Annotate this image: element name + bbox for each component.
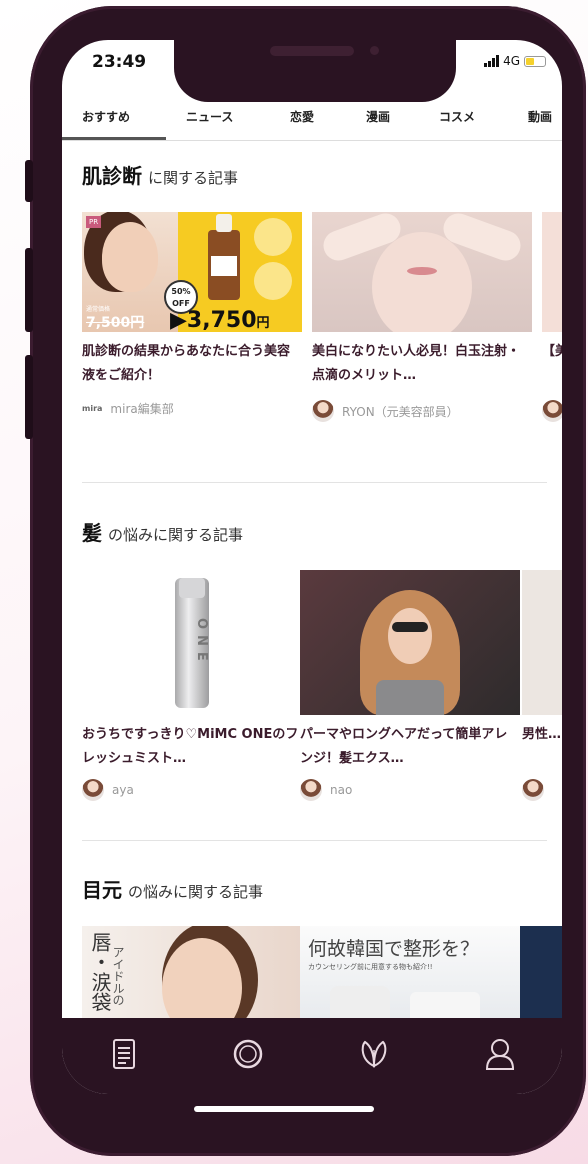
notch [174,40,456,102]
article-thumbnail: PR 50% OFF 通常価格 7,500円 ▶3,750円 [82,212,302,332]
tab-video[interactable]: 動画 [528,108,552,125]
article-thumbnail [522,570,562,715]
article-thumbnail [520,926,562,1018]
volume-down-button [25,355,33,439]
tab-recommended[interactable]: おすすめ [82,108,130,125]
section-title-eyes: 目元 の悩みに関する記事 [82,874,263,903]
author-name: RYON（元美容部員） [342,404,459,419]
article-card[interactable]: 美白になりたい人必見！白玉注射・点滴のメリット… RYON（元美容部員） [312,212,532,422]
circle-icon[interactable] [230,1034,266,1074]
tab-cosme[interactable]: コスメ [439,108,475,125]
silent-switch [25,160,33,202]
section-title-skin: 肌診断 に関する記事 [82,160,238,189]
user-icon[interactable] [482,1034,518,1074]
model-image [162,938,242,1018]
avatar [522,779,544,801]
status-indicators: 4G [484,54,546,68]
tab-manga[interactable]: 漫画 [366,108,390,125]
screen: 23:49 4G おすすめ ニュース 恋愛 漫画 コスメ 動画 肌診断 に関する記… [62,40,562,1094]
article-title: 肌診断の結果からあなたに合う美容液をご紹介！ [82,344,291,383]
article-card[interactable] [520,926,562,1018]
network-label: 4G [503,54,520,68]
overlay-subtext: カウンセリング前に用意する物も紹介!! [308,963,433,971]
status-time: 23:49 [92,52,147,72]
article-icon[interactable] [106,1034,142,1074]
article-author [542,400,562,422]
overlay-subtext: アイドルの [111,946,125,1006]
article-author: nao [300,779,520,801]
sale-price: ▶3,750円 [170,308,270,332]
avatar [312,400,334,422]
serum-bottle [208,214,240,300]
avatar [82,779,104,801]
bottom-nav [62,1018,562,1094]
article-author: aya [82,779,302,801]
section-keyword: 髪 [82,521,102,545]
article-card[interactable]: 【美…レー… [542,212,562,422]
article-author [522,779,562,801]
author-name: nao [330,783,353,797]
tab-news[interactable]: ニュース [186,108,233,125]
pr-badge: PR [86,216,102,228]
volume-up-button [25,248,33,332]
feed: 肌診断 に関する記事 PR 50% OFF 通常価格 7,500円 ▶3,750円… [62,140,562,1018]
article-title: 【美…レー… [542,344,562,359]
overlay-text: 何故韓国で整形を？ [308,938,480,960]
signal-icon [484,55,500,67]
author-name: aya [112,783,134,797]
article-title: おうちですっきり♡MiMC ONEのフレッシュミスト… [82,727,299,766]
section-title-hair: 髪の悩みに関する記事 [82,517,243,546]
section-suffix: の悩みに関する記事 [108,526,244,544]
article-thumbnail: 何故韓国で整形を？ カウンセリング前に用意する物も紹介!! [300,926,520,1018]
regular-price: 7,500円 [86,315,145,331]
article-thumbnail: 唇・涙袋 アイドルの [82,926,302,1018]
product-label: ONE [194,618,209,667]
mist-bottle: ONE [175,578,209,708]
article-author: RYON（元美容部員） [312,400,532,422]
article-card[interactable]: ONE おうちですっきり♡MiMC ONEのフレッシュミスト… aya [82,570,302,801]
article-card[interactable]: 何故韓国で整形を？ カウンセリング前に用意する物も紹介!! [300,926,520,1018]
article-thumbnail: ONE [82,570,302,715]
face-image [372,232,472,332]
section-keyword: 目元 [82,878,122,902]
avatar [300,779,322,801]
article-title: パーマやロングヘアだって簡単アレンジ！髪エクス… [300,727,508,766]
article-title: 美白になりたい人必見！白玉注射・点滴のメリット… [312,344,521,383]
front-camera [370,46,379,55]
badge-circle [254,218,292,256]
author-name: mira編集部 [110,402,174,416]
article-author: mira mira編集部 [82,400,302,417]
mira-logo: mira [82,404,103,413]
badge-circle [254,262,292,300]
battery-icon [524,55,546,67]
tab-love[interactable]: 恋愛 [290,108,314,125]
section-divider [82,840,547,841]
article-card[interactable]: PR 50% OFF 通常価格 7,500円 ▶3,750円 肌診断の結果からあ… [82,212,302,417]
section-suffix: に関する記事 [148,169,239,187]
section-divider [82,482,547,483]
article-thumbnail [300,570,520,715]
section-keyword: 肌診断 [82,164,142,188]
leaf-icon[interactable] [356,1034,392,1074]
article-thumbnail [312,212,532,332]
speaker-grille [270,46,354,56]
avatar [542,400,562,422]
article-card[interactable]: 男性… [522,570,562,801]
article-thumbnail [542,212,562,332]
home-indicator[interactable] [194,1106,374,1112]
section-suffix: の悩みに関する記事 [128,883,264,901]
article-card[interactable]: パーマやロングヘアだって簡単アレンジ！髪エクス… nao [300,570,520,801]
article-card[interactable]: 唇・涙袋 アイドルの [82,926,302,1018]
article-title: 男性… [522,727,562,742]
